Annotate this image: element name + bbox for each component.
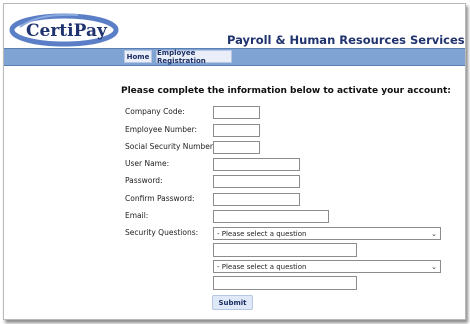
email-input[interactable] <box>213 210 329 223</box>
security-question-2-value: - Please select a question <box>217 262 307 271</box>
ssn-label: Social Security Number: <box>125 142 216 151</box>
password-label: Password: <box>125 176 163 185</box>
chevron-down-icon: ⌄ <box>431 263 437 271</box>
security-question-2-select[interactable]: - Please select a question ⌄ <box>213 260 441 273</box>
email-label: Email: <box>125 211 149 220</box>
chevron-down-icon: ⌄ <box>431 230 437 238</box>
security-questions-label: Security Questions: <box>125 228 199 237</box>
nav-home[interactable]: Home <box>124 50 152 63</box>
security-question-1-value: - Please select a question <box>217 229 307 238</box>
page-frame: CertiPay Payroll & Human Resources Servi… <box>3 3 466 320</box>
confirm-password-input[interactable] <box>213 193 300 206</box>
nav-employee-registration[interactable]: Employee Registration <box>156 49 232 65</box>
logo-text: CertiPay <box>26 21 108 41</box>
employee-number-label: Employee Number: <box>125 125 198 134</box>
ssn-input[interactable] <box>213 141 260 154</box>
company-code-input[interactable] <box>213 106 260 119</box>
form-intro: Please complete the information below to… <box>121 86 451 96</box>
username-input[interactable] <box>213 158 300 171</box>
security-answer-2-input[interactable] <box>213 276 357 290</box>
nav-bar: Home Employee Registration <box>4 48 465 66</box>
password-input[interactable] <box>213 175 300 188</box>
company-code-label: Company Code: <box>125 107 185 116</box>
header: CertiPay Payroll & Human Resources Servi… <box>4 4 465 48</box>
security-question-1-select[interactable]: - Please select a question ⌄ <box>213 227 441 240</box>
security-answer-1-input[interactable] <box>213 243 357 257</box>
submit-button[interactable]: Submit <box>212 295 253 310</box>
username-label: User Name: <box>125 159 170 168</box>
site-title: Payroll & Human Resources Services <box>227 33 465 47</box>
certipay-logo: CertiPay <box>9 13 119 47</box>
confirm-password-label: Confirm Password: <box>125 194 195 203</box>
employee-number-input[interactable] <box>213 124 260 137</box>
